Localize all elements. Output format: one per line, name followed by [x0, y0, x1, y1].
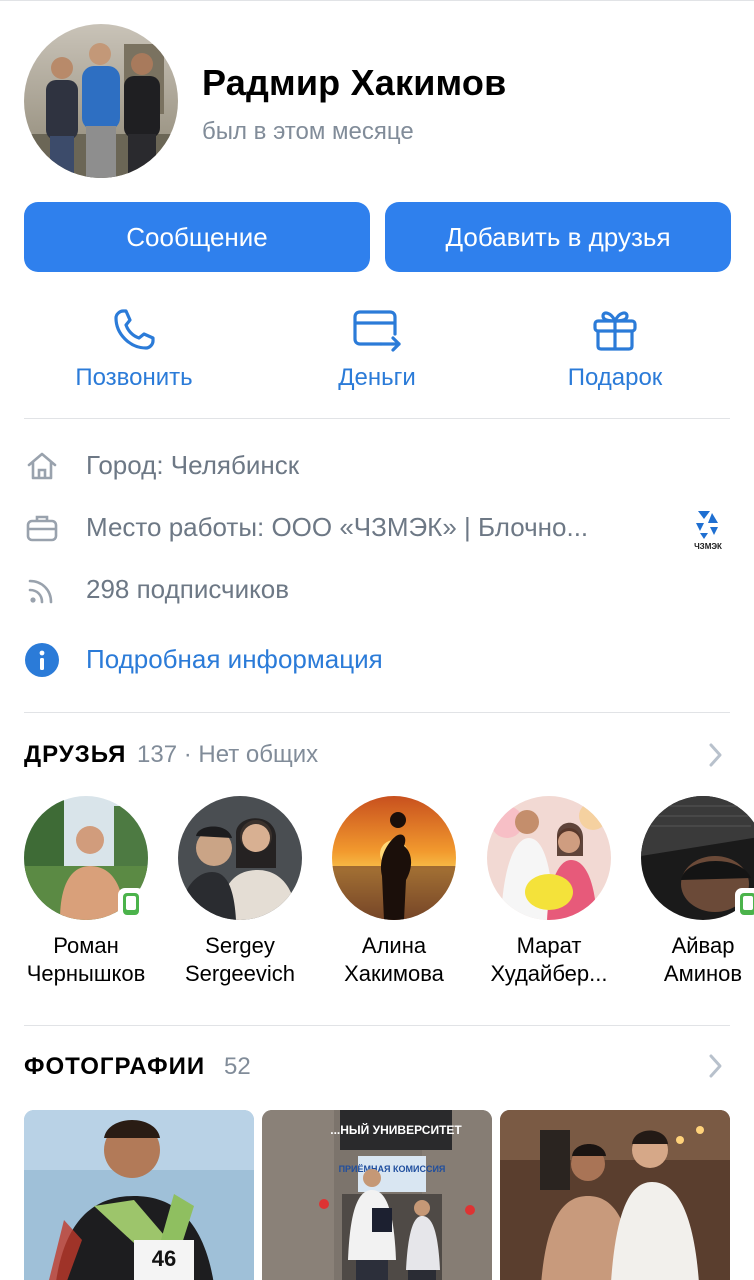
friend-name: Алина Хакимова — [344, 933, 444, 986]
last-seen-status: был в этом месяце — [202, 118, 414, 145]
friends-meta: 137 · Нет общих — [137, 741, 319, 768]
photo-thumbnail[interactable]: ...НЫЙ УНИВЕРСИТЕТ ПРИЁМНАЯ КОМИССИЯ — [262, 1110, 492, 1280]
company-logo[interactable]: ЧЗМЭК — [682, 503, 734, 555]
svg-text:ЧЗМЭК: ЧЗМЭК — [694, 542, 722, 551]
call-action[interactable]: Позвонить — [34, 300, 234, 400]
bib-number: 46 — [152, 1246, 176, 1271]
call-label: Позвонить — [75, 364, 193, 391]
friend-item[interactable]: Алина Хакимова — [332, 796, 486, 996]
city-text: Город: Челябинск — [86, 450, 300, 480]
rss-followers-icon — [28, 579, 53, 604]
briefcase-icon — [26, 515, 58, 542]
chevron-right-icon[interactable] — [702, 740, 728, 770]
money-transfer-icon — [353, 310, 401, 352]
photo-thumbnail[interactable]: 46 — [24, 1110, 254, 1280]
friend-item[interactable]: Марат Худайбер... — [487, 796, 641, 996]
friend-item[interactable]: Айвар Аминов — [641, 796, 754, 996]
info-icon — [25, 643, 59, 677]
friend-name: Айвар Аминов — [663, 933, 743, 986]
profile-avatar[interactable] — [24, 24, 178, 178]
city-row: Город: Челябинск — [24, 440, 730, 490]
gift-action[interactable]: Подарок — [515, 300, 715, 400]
photo-thumbnail[interactable] — [500, 1110, 730, 1280]
details-row[interactable]: Подробная информация — [24, 634, 730, 684]
friend-name: Sergey Sergeevich — [184, 933, 296, 986]
gift-icon — [593, 311, 637, 351]
mobile-online-icon — [735, 888, 754, 920]
profile-name: Радмир Хакимов — [202, 62, 507, 103]
home-icon — [27, 452, 57, 480]
phone-icon — [114, 309, 155, 350]
photos-count: 52 — [224, 1053, 251, 1080]
friend-avatar — [178, 796, 302, 920]
chevron-right-icon[interactable] — [702, 1051, 728, 1081]
friend-avatar — [487, 796, 611, 920]
university-sign: ...НЫЙ УНИВЕРСИТЕТ — [330, 1122, 462, 1137]
top-divider — [0, 0, 754, 1]
friend-name: Роман Чернышков — [26, 933, 146, 986]
admission-sign: ПРИЁМНАЯ КОМИССИЯ — [339, 1164, 446, 1174]
add-friend-button[interactable]: Добавить в друзья — [385, 202, 731, 272]
friends-title[interactable]: ДРУЗЬЯ — [24, 741, 126, 769]
friend-item[interactable]: Роман Чернышков — [24, 796, 178, 996]
friend-avatar — [332, 796, 456, 920]
money-action[interactable]: Деньги — [277, 300, 477, 400]
divider — [24, 712, 730, 713]
photos-title[interactable]: ФОТОГРАФИИ — [24, 1053, 205, 1081]
mobile-online-icon — [118, 888, 144, 920]
friend-name: Марат Худайбер... — [490, 933, 608, 986]
followers-text: 298 подписчиков — [86, 574, 290, 604]
divider — [24, 1025, 730, 1026]
gift-label: Подарок — [567, 364, 663, 391]
followers-row[interactable]: 298 подписчиков — [24, 564, 730, 614]
work-text: Место работы: ООО «ЧЗМЭК» | Блочно... — [86, 512, 589, 542]
message-button[interactable]: Сообщение — [24, 202, 370, 272]
money-label: Деньги — [338, 364, 416, 391]
details-link[interactable]: Подробная информация — [86, 644, 383, 675]
work-row[interactable]: Место работы: ООО «ЧЗМЭК» | Блочно... — [24, 502, 730, 552]
friend-item[interactable]: Sergey Sergeevich — [178, 796, 332, 996]
divider — [24, 418, 730, 419]
